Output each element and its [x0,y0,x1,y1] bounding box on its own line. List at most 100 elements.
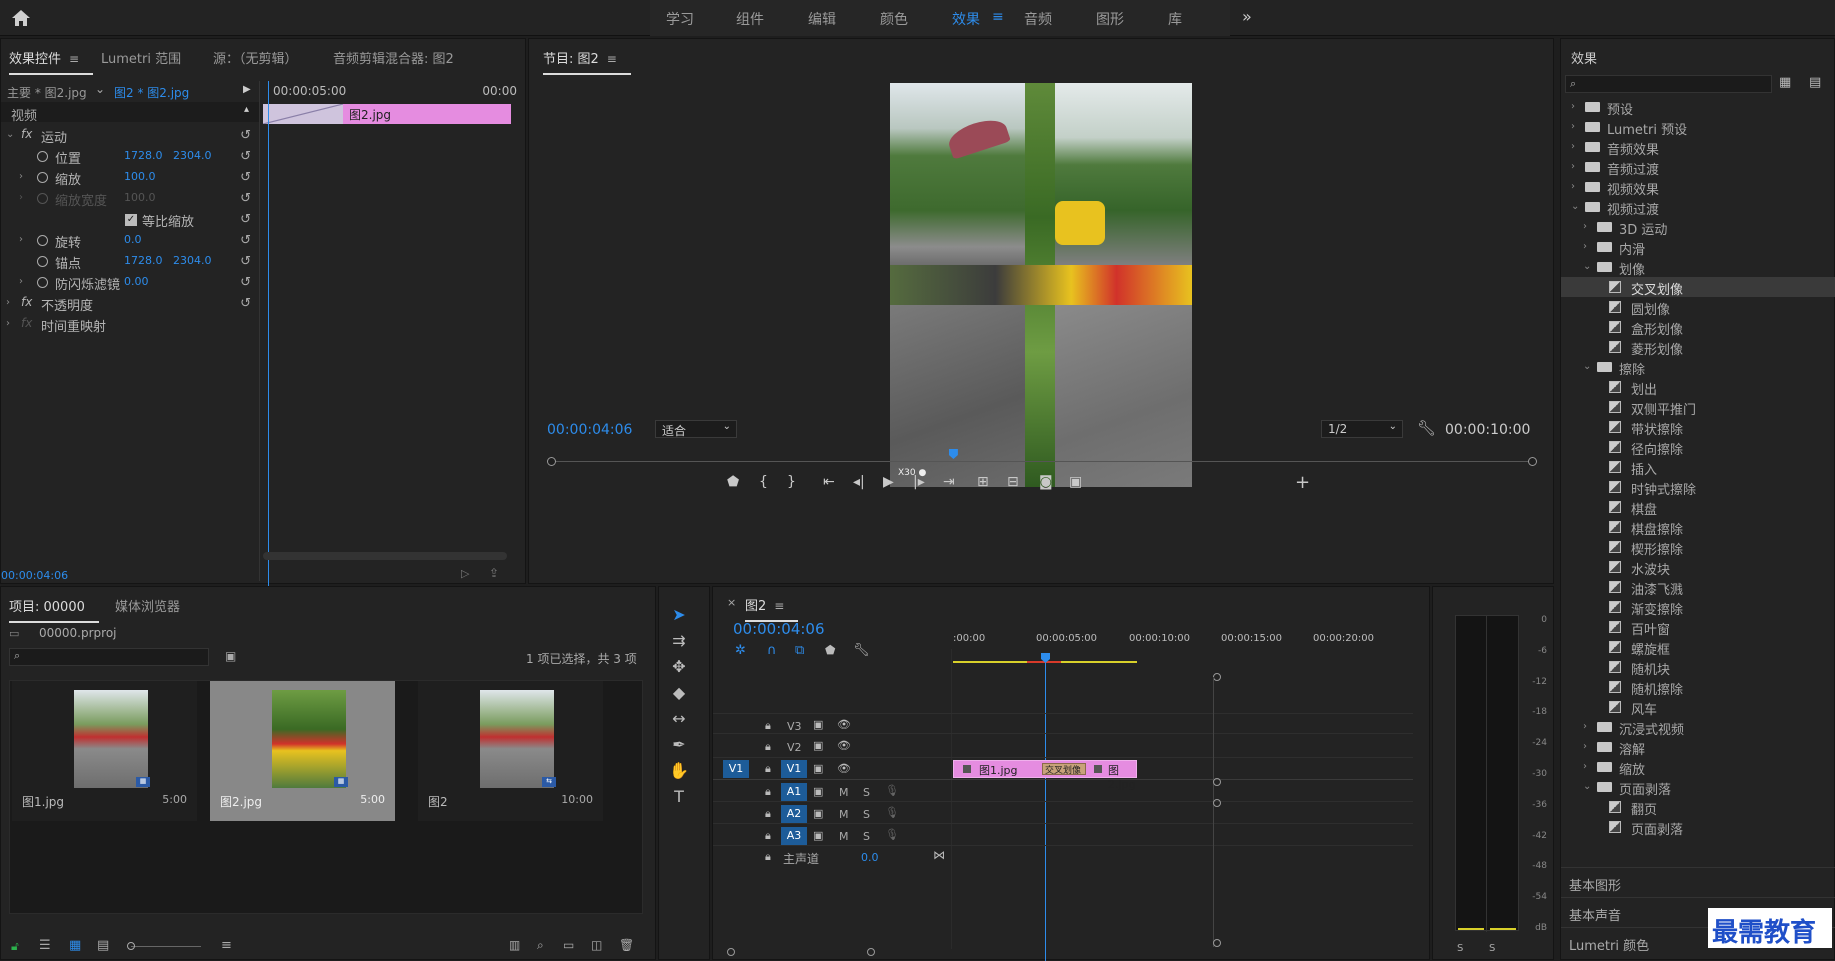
opacity-row[interactable]: › fx 不透明度 ↺ [1,293,259,314]
effect-item[interactable]: 渐变擦除 [1561,597,1835,618]
chevron-right-icon[interactable]: › [6,297,10,308]
32bit-effects-icon[interactable]: ▤ [1809,75,1821,90]
solo-button[interactable]: S [863,786,870,799]
chevron-right-icon[interactable]: › [1571,101,1575,112]
chevron-right-icon[interactable]: › [1583,221,1587,232]
effect-item[interactable]: 螺旋框 [1561,637,1835,658]
effect-item[interactable]: 油漆飞溅 [1561,577,1835,598]
eye-icon[interactable]: 👁︎ [837,739,851,752]
tab-project[interactable]: 项目: 00000 [9,596,99,623]
project-item-2[interactable]: ▦ 图2.jpg 5:00 [210,681,395,821]
search-icon[interactable]: ⌕ [537,938,544,953]
effect-folder[interactable]: ⌄ 页面剥落 [1561,777,1835,798]
stopwatch-icon[interactable] [37,151,48,162]
effect-item[interactable]: 翻页 [1561,797,1835,818]
solo-button[interactable]: S [863,830,870,843]
effect-folder[interactable]: ⌄ 划像 [1561,257,1835,278]
effect-item[interactable]: 双侧平推门 [1561,397,1835,418]
effect-item[interactable]: 水波块 [1561,557,1835,578]
icon-view-icon[interactable]: ▦ [69,938,81,953]
program-playhead[interactable] [948,449,958,459]
chevron-right-icon[interactable]: › [19,171,23,182]
effect-folder[interactable]: › 3D 运动 [1561,217,1835,238]
zoom-slider-knob[interactable] [127,942,135,950]
bowtie-icon[interactable]: ⋈ [933,848,945,862]
filter-icon[interactable]: ▷ [461,567,469,580]
home-icon[interactable] [10,8,32,28]
chevron-down-icon[interactable]: ⌄ [95,82,105,96]
automate-to-sequence-icon[interactable]: ▥ [509,938,520,952]
reset-icon[interactable]: ↺ [240,296,251,311]
effect-item[interactable]: 插入 [1561,457,1835,478]
nest-icon[interactable]: ✲ [735,643,746,658]
mark-in-icon[interactable]: { [759,474,768,490]
track-label-a2[interactable]: A2 [781,805,807,823]
section-essential-graphics[interactable]: 基本图形 [1569,875,1621,894]
workspace-tab-learn[interactable]: 学习 [666,9,694,29]
ec-playhead-line[interactable] [268,81,269,591]
compare-view-icon[interactable]: ▣ [1069,474,1082,490]
stopwatch-icon[interactable] [37,256,48,267]
effect-item[interactable]: 页面剥落 [1561,817,1835,838]
chevron-right-icon[interactable]: › [6,318,10,329]
chevron-down-icon[interactable]: ⌄ [1583,781,1591,792]
tab-lumetri-scopes[interactable]: Lumetri 范围 [101,48,181,67]
project-search-input[interactable]: ⌕ [9,648,209,666]
solo-button[interactable]: S [863,808,870,821]
workspace-tab-graphics[interactable]: 图形 [1096,9,1124,29]
effect-item[interactable]: 盒形划像 [1561,317,1835,338]
workspace-tab-libraries[interactable]: 库 [1168,9,1182,29]
lock-icon[interactable]: 🔒︎ [765,719,771,733]
chevron-right-icon[interactable]: › [19,234,23,245]
sync-lock-icon[interactable]: ▣ [813,829,823,842]
chevron-down-icon[interactable]: ⌄ [1583,261,1591,272]
play-icon[interactable]: ▶ [243,84,251,95]
position-row[interactable]: 位置 1728.0 2304.0 ↺ [1,146,259,167]
mark-out-icon[interactable]: } [787,474,796,490]
extract-icon[interactable]: ⊟ [1007,474,1019,490]
effect-item[interactable]: 菱形划像 [1561,337,1835,358]
lock-icon[interactable]: 🔓︎ [11,939,19,954]
effect-item[interactable]: 带状擦除 [1561,417,1835,438]
mute-button[interactable]: M [839,786,849,799]
reset-icon[interactable]: ↺ [240,128,251,143]
section-lumetri-color[interactable]: Lumetri 颜色 [1569,935,1649,954]
clip-bar[interactable]: 图2.jpg [343,104,511,124]
ec-current-time[interactable]: 00:00:04:06 [1,569,68,582]
sync-lock-icon[interactable]: ▣ [813,739,823,752]
sequence-clip-label[interactable]: 图2 * 图2.jpg [114,84,189,101]
timeline-ruler[interactable]: :00:00 00:00:05:00 00:00:10:00 00:00:15:… [951,629,1411,649]
workspace-tab-color[interactable]: 颜色 [880,9,908,29]
anchor-row[interactable]: 锚点 1728.0 2304.0 ↺ [1,251,259,272]
effect-folder[interactable]: › 沉浸式视频 [1561,717,1835,738]
effect-item[interactable]: 径向擦除 [1561,437,1835,458]
effect-item[interactable]: 划出 [1561,377,1835,398]
tab-sequence[interactable]: 图2 ≡ [745,595,799,622]
project-item-3[interactable]: ⇆ 图2 10:00 [418,681,603,821]
new-bin-icon[interactable]: ▭ [563,938,574,952]
panel-menu-icon[interactable]: ≡ [774,599,784,613]
stopwatch-icon[interactable] [37,172,48,183]
ec-zoom-scrollbar[interactable] [263,552,507,560]
solo-left-button[interactable]: S [1457,943,1463,954]
track-label-v2[interactable]: V2 [787,741,802,754]
workspace-overflow-icon[interactable]: » [1242,7,1252,26]
rotation-value[interactable]: 0.0 [124,233,142,246]
program-timecode[interactable]: 00:00:04:06 [547,422,632,438]
solo-right-button[interactable]: S [1489,943,1495,954]
effect-item[interactable]: 时钟式擦除 [1561,477,1835,498]
anchor-y-value[interactable]: 2304.0 [173,254,212,267]
position-y-value[interactable]: 2304.0 [173,149,212,162]
item-name[interactable]: 图2.jpg [220,793,262,810]
vertical-scroll-handle[interactable] [1213,799,1221,807]
uniform-scale-checkbox[interactable]: ✓ [125,214,137,226]
chevron-down-icon[interactable]: ⌄ [1571,201,1579,212]
slip-tool-icon[interactable]: ↔ [659,709,699,728]
go-to-out-icon[interactable]: ⇥ [943,474,955,490]
export-frame-icon[interactable]: ◙ [1039,474,1053,490]
horizontal-scrollbar[interactable] [727,948,1407,956]
tab-media-browser[interactable]: 媒体浏览器 [115,596,180,615]
effect-folder[interactable]: › 内滑 [1561,237,1835,258]
sync-lock-icon[interactable]: ▣ [813,718,823,731]
reset-icon[interactable]: ↺ [240,170,251,185]
